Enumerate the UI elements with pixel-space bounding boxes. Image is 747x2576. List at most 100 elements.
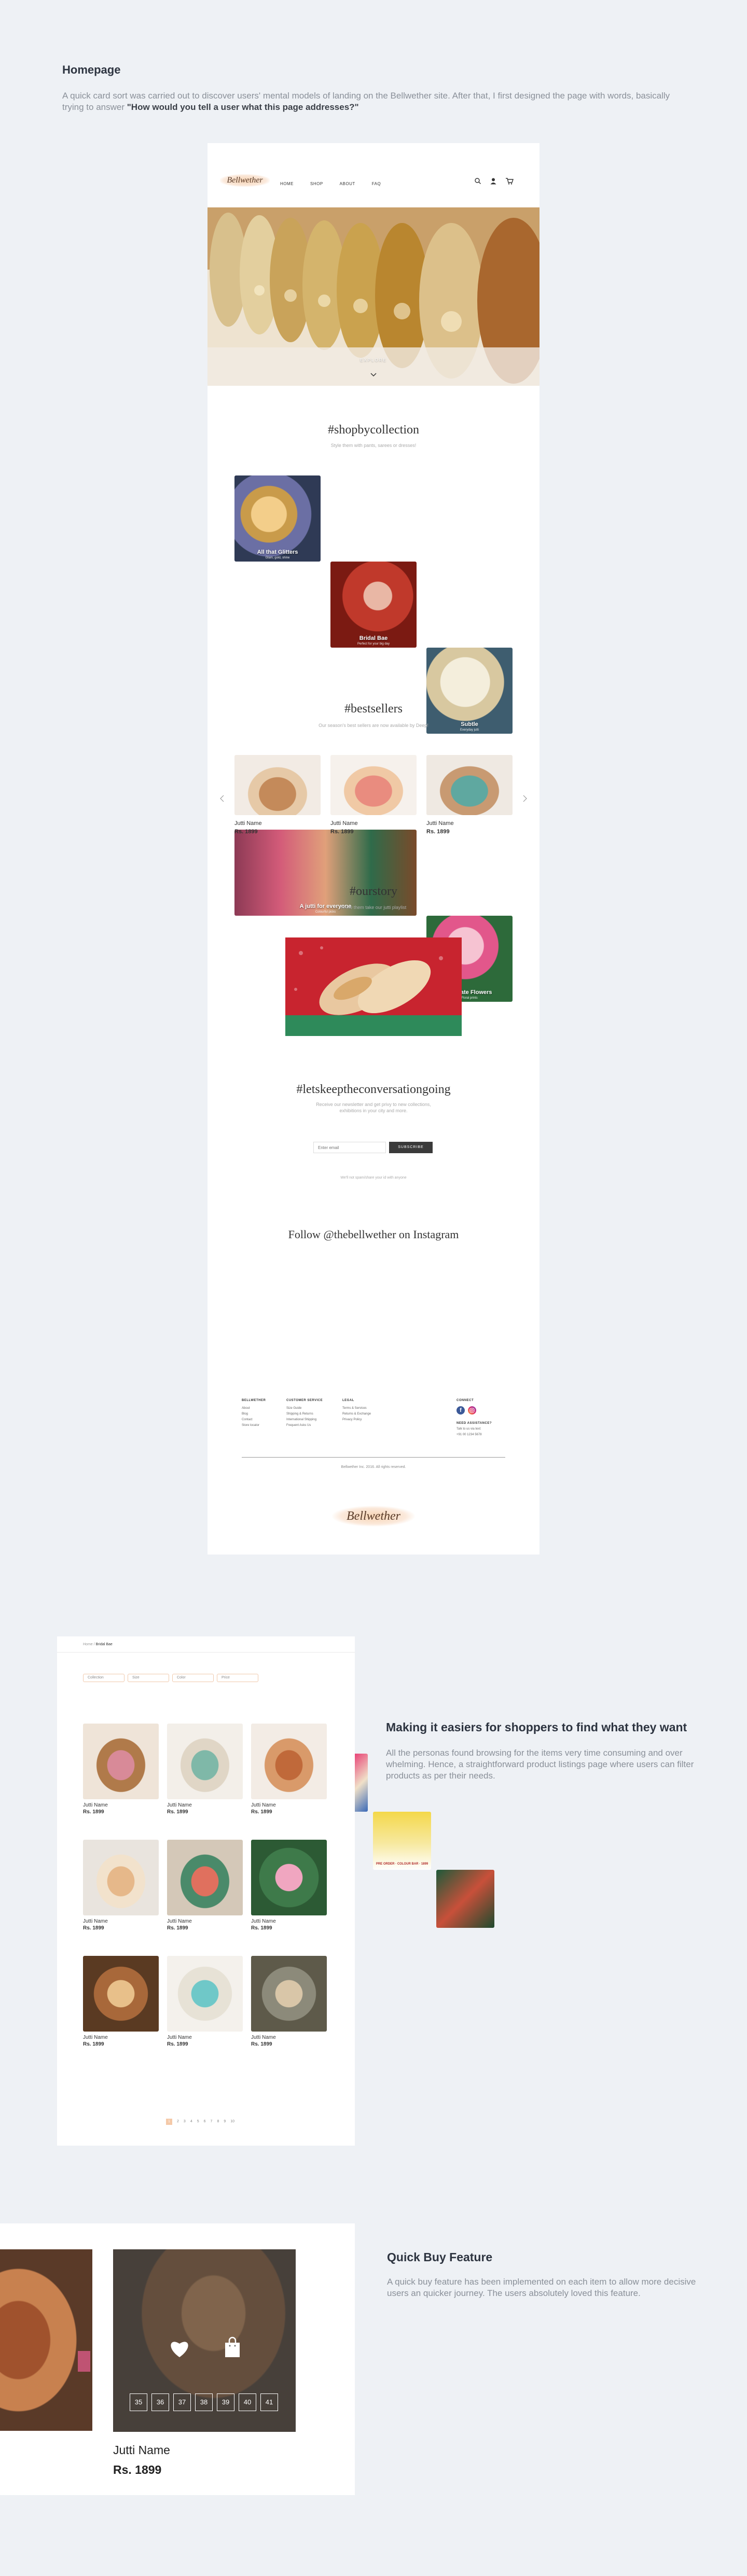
page-number-current[interactable]: 1 [166, 2119, 172, 2125]
neighbor-tag [78, 2351, 90, 2372]
size-option[interactable]: 39 [217, 2393, 234, 2411]
product-image [167, 1724, 243, 1799]
story-image[interactable] [285, 937, 462, 1036]
collection-subtitle: Style them with pants, sarees or dresses… [330, 443, 417, 448]
footer-logo[interactable]: Bellwether [332, 1506, 415, 1527]
hero-banner[interactable]: EXPLORE [208, 207, 540, 386]
product-name: Jutti Name [83, 2035, 108, 2040]
bestseller-card[interactable]: Jutti Name Rs. 1899 [426, 755, 513, 835]
collection-tile-subtle[interactable]: Subtle Everyday jutti [426, 648, 513, 734]
page-number[interactable]: 8 [217, 2120, 219, 2123]
page-number[interactable]: 7 [211, 2120, 213, 2123]
product-image [234, 755, 321, 815]
plp-product-card[interactable]: Jutti Name Rs. 1899 [83, 1956, 159, 2047]
product-name: Jutti Name [251, 1919, 276, 1924]
plp-product-card[interactable]: Jutti Name Rs. 1899 [83, 1724, 159, 1815]
nav-item-shop[interactable]: SHOP [310, 181, 323, 186]
scroll-down-icon[interactable] [370, 370, 377, 377]
size-option[interactable]: 35 [130, 2393, 147, 2411]
size-option[interactable]: 37 [173, 2393, 191, 2411]
nav-item-faq[interactable]: FAQ [372, 181, 381, 186]
size-selector: 35 36 37 38 39 40 41 [130, 2393, 280, 2411]
plp-product-card[interactable]: Jutti Name Rs. 1899 [251, 1956, 327, 2047]
plp-product-card[interactable]: Jutti Name Rs. 1899 [167, 1840, 243, 1931]
plp-mockup: Home / Bridal Bae Collection Size Color … [57, 1636, 355, 2146]
footer-link[interactable]: Shipping & Returns [286, 1411, 323, 1417]
footer-link[interactable]: Frequent Asks Us [286, 1423, 323, 1429]
page-number[interactable]: 5 [197, 2120, 199, 2123]
product-price: Rs. 1899 [330, 829, 354, 835]
footer-link[interactable]: Contact [242, 1417, 266, 1423]
facebook-icon[interactable]: f [457, 1406, 465, 1415]
user-icon[interactable] [490, 177, 497, 185]
filter-collection[interactable]: Collection [83, 1674, 125, 1682]
page-number[interactable]: 10 [230, 2120, 234, 2123]
quickbuy-product-image[interactable]: 35 36 37 38 39 40 41 [113, 2249, 296, 2432]
collection-tile-bridal[interactable]: Bridal Bae Perfect for your big day [330, 562, 417, 648]
instagram-photo[interactable] [436, 1870, 494, 1928]
plp-product-card[interactable]: Jutti Name Rs. 1899 [167, 1956, 243, 2047]
footer-col-connect: CONNECT f NEED ASSISTANCE? Talk to us vi… [457, 1398, 508, 1438]
filter-color[interactable]: Color [172, 1674, 214, 1682]
shopping-bag-icon[interactable] [224, 2336, 241, 2358]
newsletter-title: #letskeeptheconversationgoing [296, 1083, 451, 1096]
page-number[interactable]: 6 [204, 2120, 206, 2123]
breadcrumb-home[interactable]: Home / [83, 1643, 95, 1646]
page-number[interactable]: 2 [177, 2120, 179, 2123]
logo[interactable]: Bellwether [220, 174, 270, 187]
plp-product-card[interactable]: Jutti Name Rs. 1899 [251, 1724, 327, 1815]
newsletter-email-input[interactable] [313, 1142, 386, 1153]
size-option[interactable]: 38 [195, 2393, 213, 2411]
footer-link[interactable]: About [242, 1406, 266, 1411]
instagram-photo-caption: PRE ORDER · COLOUR BAR · 1899 [376, 1863, 428, 1866]
footer-link[interactable]: Terms & Services [342, 1406, 371, 1411]
story-juttis-illustration [285, 937, 462, 1036]
tile-sublabel: Perfect for your big day [357, 642, 390, 646]
bestseller-card[interactable]: Jutti Name Rs. 1899 [234, 755, 321, 835]
search-icon[interactable] [474, 177, 481, 185]
size-option[interactable]: 41 [260, 2393, 278, 2411]
tile-sublabel: Glam, gold, shine [265, 556, 290, 559]
instagram-photo[interactable]: PRE ORDER · COLOUR BAR · 1899 [373, 1812, 431, 1870]
size-option[interactable]: 40 [239, 2393, 256, 2411]
plp-product-card[interactable]: Jutti Name Rs. 1899 [251, 1840, 327, 1931]
newsletter-subtitle-2: exhibitions in your city and more. [339, 1108, 408, 1113]
breadcrumb-current: Bridal Bae [95, 1643, 113, 1646]
instagram-icon[interactable] [468, 1406, 476, 1415]
nav-item-home[interactable]: HOME [280, 181, 294, 186]
footer-col-customer-service: CUSTOMER SERVICE Size Guide Shipping & R… [286, 1398, 323, 1429]
bestseller-card[interactable]: Jutti Name Rs. 1899 [330, 755, 417, 835]
collection-tile-glitters[interactable]: All that Glitters Glam, gold, shine [234, 475, 321, 562]
product-name: Jutti Name [83, 1802, 108, 1808]
footer-divider [242, 1457, 505, 1458]
page-number[interactable]: 9 [224, 2120, 226, 2123]
footer-link[interactable]: Blog [242, 1411, 266, 1417]
page-number[interactable]: 3 [184, 2120, 186, 2123]
footer-link[interactable]: Size Guide [286, 1406, 323, 1411]
subscribe-button[interactable]: SUBSCRIBE [389, 1142, 433, 1153]
plp-product-card[interactable]: Jutti Name Rs. 1899 [83, 1840, 159, 1931]
cart-icon[interactable] [505, 177, 514, 185]
footer-link[interactable]: International Shipping [286, 1417, 323, 1423]
footer-link[interactable]: Store locator [242, 1423, 266, 1429]
size-option[interactable]: 36 [151, 2393, 169, 2411]
filter-price[interactable]: Price [217, 1674, 258, 1682]
filter-size[interactable]: Size [128, 1674, 169, 1682]
hero-explore-label[interactable]: EXPLORE [208, 358, 540, 362]
page-number[interactable]: 4 [190, 2120, 192, 2123]
carousel-prev-icon[interactable] [220, 795, 224, 802]
nav-item-about[interactable]: ABOUT [340, 181, 355, 186]
collection-tile-everyone[interactable]: A jutti for everyone Colourful picks [234, 830, 417, 916]
heart-icon[interactable] [168, 2337, 191, 2358]
newsletter-note: We'll not spam/share your id with anyone [340, 1176, 407, 1180]
footer-link[interactable]: Returns & Exchange [342, 1411, 371, 1417]
carousel-next-icon[interactable] [523, 795, 527, 802]
product-image [251, 1840, 327, 1915]
footer-help-head: NEED ASSISTANCE? [457, 1422, 492, 1425]
product-image [426, 755, 513, 815]
plp-product-card[interactable]: Jutti Name Rs. 1899 [167, 1724, 243, 1815]
footer-link[interactable]: Privacy Policy [342, 1417, 371, 1423]
product-name: Jutti Name [167, 1802, 192, 1808]
footer-copyright: Bellwether Inc. 2016. All rights reserve… [341, 1465, 406, 1469]
product-name: Jutti Name [83, 1919, 108, 1924]
